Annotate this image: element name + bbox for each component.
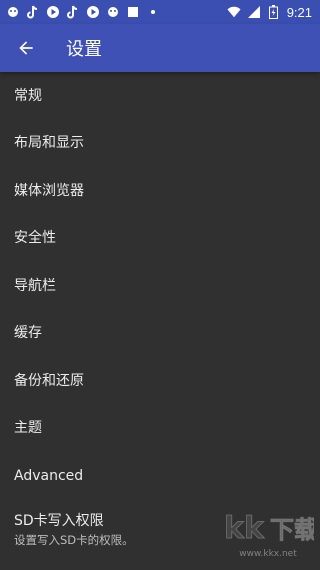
square-icon — [126, 5, 140, 19]
settings-item-advanced[interactable]: Advanced — [0, 452, 320, 500]
tiktok-icon — [66, 5, 80, 19]
status-bar: 9:21 — [0, 0, 320, 24]
signal-icon — [247, 5, 261, 19]
item-title: 缓存 — [14, 325, 42, 342]
arrow-left-icon — [19, 41, 33, 55]
item-title: 媒体浏览器 — [14, 182, 84, 199]
battery-icon — [267, 5, 281, 19]
app-bar: 设置 — [0, 24, 320, 72]
item-title: 备份和还原 — [14, 372, 84, 389]
item-subtitle: 设置写入SD卡的权限。 — [14, 532, 134, 547]
settings-list: 常规 布局和显示 媒体浏览器 安全性 导航栏 缓存 备份和还原 主题 Advan… — [0, 72, 320, 560]
settings-item-navigation-bar[interactable]: 导航栏 — [0, 262, 320, 310]
settings-item-theme[interactable]: 主题 — [0, 405, 320, 453]
settings-item-layout-display[interactable]: 布局和显示 — [0, 120, 320, 168]
item-title: 常规 — [14, 87, 42, 104]
settings-item-media-browser[interactable]: 媒体浏览器 — [0, 167, 320, 215]
wifi-icon — [227, 5, 241, 19]
item-title: 布局和显示 — [14, 135, 84, 152]
tiktok-icon — [26, 5, 40, 19]
item-title: Advanced — [14, 467, 84, 484]
item-title: 安全性 — [14, 230, 56, 247]
status-time: 9:21 — [286, 4, 312, 20]
settings-item-general[interactable]: 常规 — [0, 72, 320, 120]
play-icon — [86, 5, 100, 19]
settings-item-cache[interactable]: 缓存 — [0, 310, 320, 358]
play-icon — [46, 5, 60, 19]
back-button[interactable] — [2, 24, 50, 72]
item-title: 主题 — [14, 420, 42, 437]
item-title: 导航栏 — [14, 277, 56, 294]
settings-item-sd-card-permission[interactable]: SD卡写入权限 设置写入SD卡的权限。 — [0, 500, 320, 560]
page-title: 设置 — [66, 39, 102, 60]
item-title: SD卡写入权限 — [14, 512, 104, 529]
settings-item-security[interactable]: 安全性 — [0, 215, 320, 263]
app-icon — [6, 5, 20, 19]
settings-item-backup-restore[interactable]: 备份和还原 — [0, 357, 320, 405]
dot-icon — [146, 5, 160, 19]
app-icon — [106, 5, 120, 19]
